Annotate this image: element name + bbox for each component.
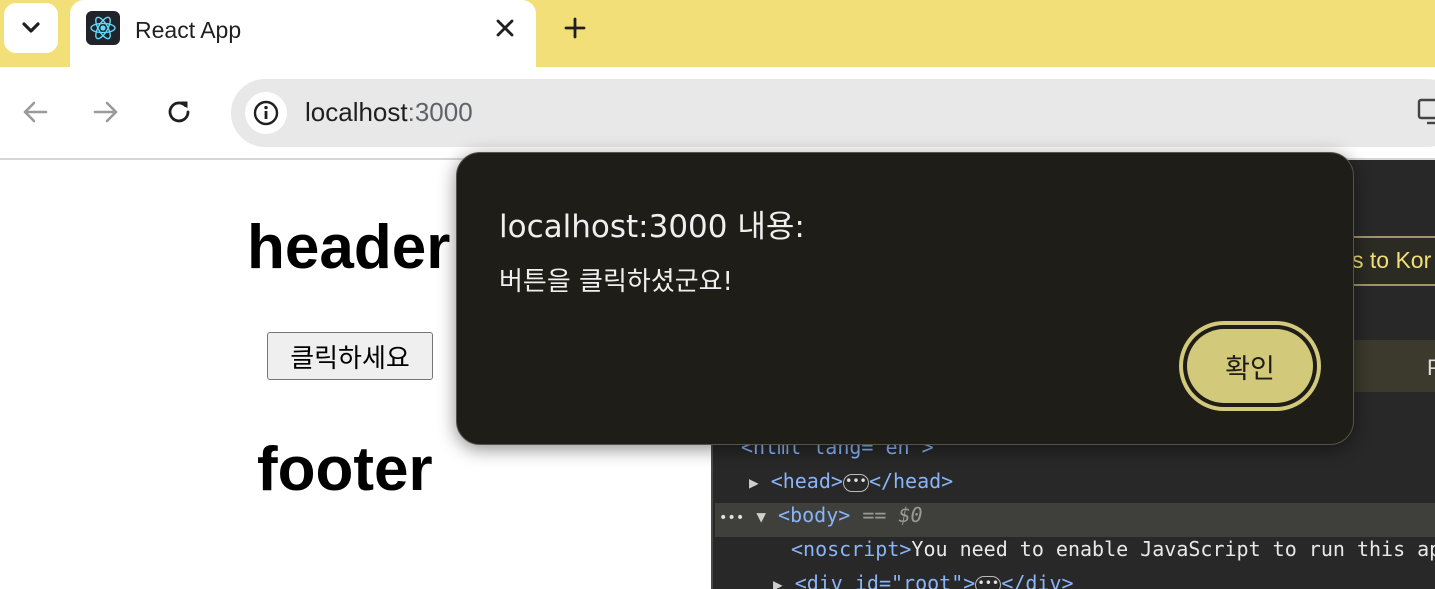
more-icon[interactable]: ••• <box>715 510 744 526</box>
chevron-down-icon <box>22 22 40 33</box>
arrow-left-icon <box>23 101 48 123</box>
ok-button[interactable]: 확인 <box>1187 329 1313 403</box>
url-text[interactable]: localhost:3000 <box>305 97 473 128</box>
arrow-right-icon <box>93 101 118 123</box>
url-port: :3000 <box>407 97 473 127</box>
plus-icon <box>564 17 586 39</box>
dom-node-head[interactable]: ▶ <head> ••• </head> <box>749 469 953 503</box>
ellipsis-pill[interactable]: ••• <box>842 473 869 492</box>
browser-tab[interactable]: React App <box>70 0 536 67</box>
reload-button[interactable] <box>159 92 199 132</box>
collapse-triangle-icon[interactable]: ▼ <box>756 507 766 526</box>
tab-title: React App <box>135 17 242 43</box>
dom-node-root-div[interactable]: ▶ <div id="root"> ••• </div> <box>773 571 1074 589</box>
react-logo-icon <box>86 11 120 45</box>
expand-triangle-icon[interactable]: ▶ <box>749 473 759 492</box>
tab-performance[interactable]: P <box>1427 355 1435 381</box>
page-footer: footer <box>257 435 433 504</box>
browser-toolbar: localhost:3000 <box>0 67 1435 160</box>
url-host: localhost <box>305 97 408 127</box>
tab-strip: React App <box>0 0 1435 67</box>
new-tab-button[interactable] <box>556 9 594 47</box>
alert-dialog: localhost:3000 내용: 버튼을 클릭하셨군요! 확인 <box>456 152 1354 445</box>
dom-node-noscript[interactable]: <noscript>You need to enable JavaScript … <box>791 537 1435 571</box>
reload-icon <box>168 101 190 123</box>
forward-button[interactable] <box>86 92 126 132</box>
dialog-title: localhost:3000 내용: <box>499 209 805 245</box>
dialog-message: 버튼을 클릭하셨군요! <box>499 267 733 297</box>
page-header: header <box>247 213 451 282</box>
site-info-button[interactable] <box>245 92 287 134</box>
info-icon <box>253 100 279 126</box>
address-bar[interactable]: localhost:3000 <box>231 79 1435 147</box>
close-icon <box>496 19 514 37</box>
tab-close-button[interactable] <box>488 11 522 45</box>
back-button[interactable] <box>15 92 55 132</box>
click-me-button[interactable]: 클릭하세요 <box>267 332 433 380</box>
devtools-language-banner[interactable]: s to Kor <box>1343 236 1435 286</box>
dom-node-body[interactable]: ••• ▼ <body> == $0 <box>715 503 1435 537</box>
tab-search-button[interactable] <box>4 3 58 53</box>
desktop-icon[interactable] <box>1417 97 1435 130</box>
